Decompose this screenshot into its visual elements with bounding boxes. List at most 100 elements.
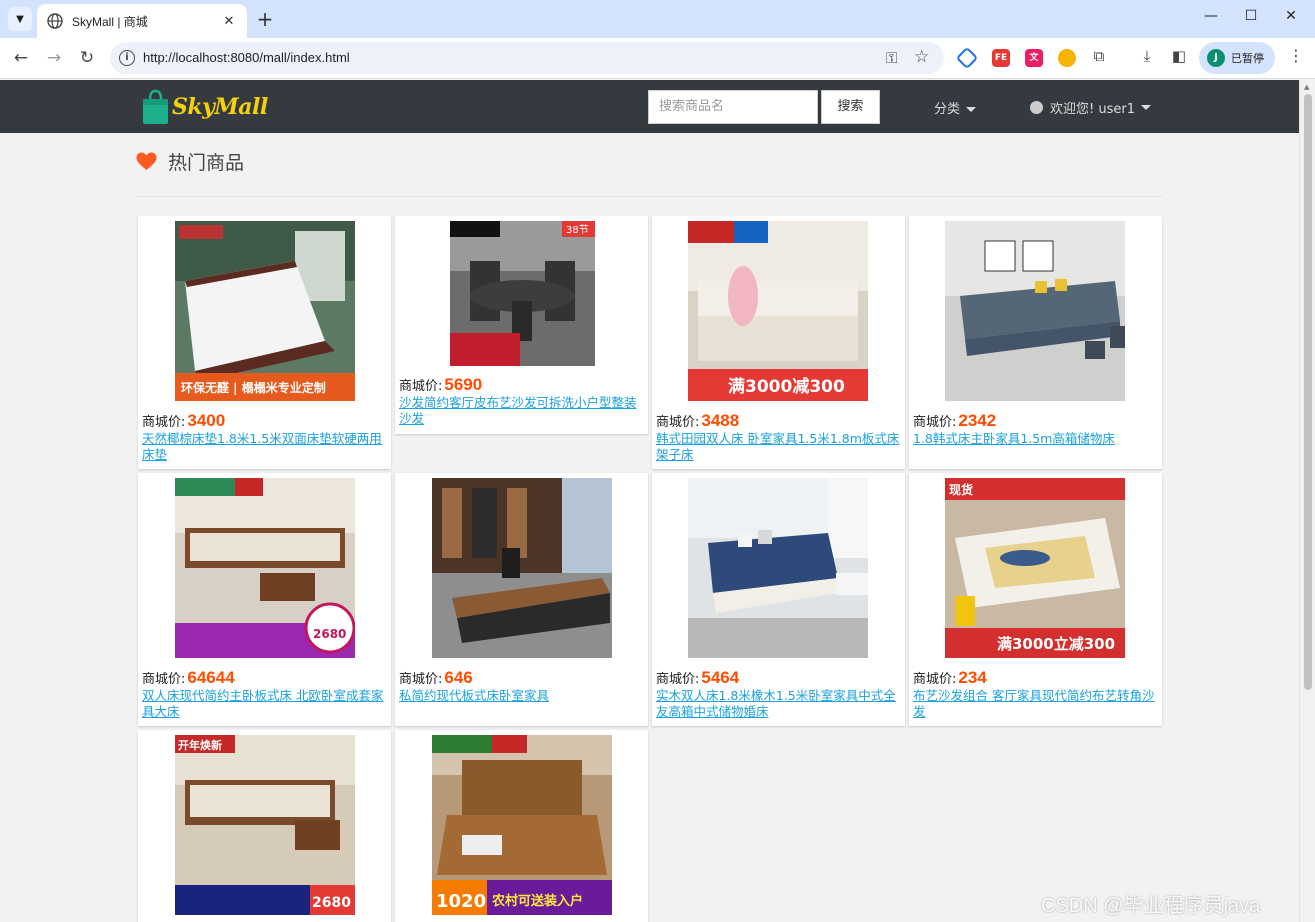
reload-icon[interactable]: ↻ [75, 46, 99, 70]
extension-translate-icon[interactable]: 文 [1025, 49, 1043, 67]
product-card[interactable]: 环保无醛 | 榻榻米专业定制 商城价: 3400 天然椰棕床垫1.8米1.5米双… [138, 216, 391, 469]
svg-text:现货: 现货 [949, 482, 973, 497]
page-scrollbar[interactable]: ▲ [1299, 80, 1315, 922]
scroll-up-icon[interactable]: ▲ [1304, 83, 1309, 91]
product-price: 646 [444, 668, 473, 687]
download-icon[interactable]: ⤓ [1137, 47, 1157, 65]
search-button[interactable]: 搜索 [821, 90, 880, 124]
price-row: 商城价: 64644 [142, 668, 235, 688]
extension-fe-icon[interactable]: FE [992, 49, 1010, 67]
product-image-wood-sofa[interactable]: 2680 [175, 478, 355, 658]
price-row: 商城价: 5464 [656, 668, 739, 688]
scrollbar-thumb[interactable] [1304, 94, 1312, 690]
product-card[interactable]: 开年焕新 2680 [138, 730, 391, 922]
product-image-dining-table[interactable]: 38节 [450, 221, 595, 366]
product-price: 3400 [187, 411, 226, 430]
price-label: 商城价: [913, 415, 957, 430]
product-card[interactable]: 2680 商城价: 64644 双人床现代简约主卧板式床 北欧卧室成套家具大床 [138, 473, 391, 726]
product-price: 5464 [701, 668, 740, 687]
minimize-button[interactable]: — [1201, 8, 1221, 24]
url-text[interactable]: http://localhost:8080/mall/index.html [143, 50, 350, 65]
price-row: 商城价: 5690 [399, 375, 482, 395]
user-menu-label: 欢迎您! user1 [1050, 102, 1135, 117]
product-image-leather-sofa[interactable]: 满3000减300 [688, 221, 868, 401]
product-name-link[interactable]: 双人床现代简约主卧板式床 北欧卧室成套家具大床 [142, 688, 388, 720]
product-card[interactable]: 38节 商城价: 5690 沙发简约客厅皮布艺沙发可拆洗小户型整装沙发 [395, 216, 648, 434]
price-row: 商城价: 3488 [656, 411, 739, 431]
site-info-icon[interactable]: i [119, 50, 135, 66]
browser-tab-strip: ▼ SkyMall | 商城 ✕ + — ☐ ✕ [0, 0, 1315, 38]
product-card[interactable]: 现货 满3000立减300 商城价: 234 布艺沙发组合 客厅家具现代简约布艺… [909, 473, 1162, 726]
extension-diamond-icon[interactable] [955, 46, 979, 70]
price-label: 商城价: [142, 672, 186, 687]
product-image-wood-bed[interactable]: 1020 农村可送装入户 [432, 735, 612, 915]
product-image-blue-sofa[interactable] [688, 478, 868, 658]
address-bar[interactable]: i http://localhost:8080/mall/index.html … [110, 42, 944, 74]
window-close-button[interactable]: ✕ [1281, 8, 1301, 24]
browser-menu-icon[interactable]: ⋮ [1288, 46, 1304, 65]
extension-shield-icon[interactable] [1058, 49, 1076, 67]
section-header: 热门商品 [136, 148, 244, 175]
product-image-mattress[interactable]: 环保无醛 | 榻榻米专业定制 [175, 221, 355, 401]
product-price: 3488 [701, 411, 740, 430]
back-arrow-icon[interactable]: ← [9, 46, 33, 70]
svg-text:开年焕新: 开年焕新 [178, 738, 222, 752]
tab-close-icon[interactable]: ✕ [221, 14, 237, 29]
product-name-link[interactable]: 韩式田园双人床 卧室家具1.5米1.8m板式床架子床 [656, 431, 902, 463]
price-label: 商城价: [656, 415, 700, 430]
category-menu-label: 分类 [934, 102, 961, 117]
price-label: 商城价: [399, 672, 443, 687]
profile-status-label: 已暂停 [1231, 52, 1264, 65]
price-row: 商城价: 646 [399, 668, 473, 688]
product-price: 234 [958, 668, 987, 687]
product-price: 64644 [187, 668, 235, 687]
product-image-grey-sofa[interactable] [945, 221, 1125, 401]
svg-text:环保无醛 | 榻榻米专业定制: 环保无醛 | 榻榻米专业定制 [181, 380, 326, 395]
product-price: 5690 [444, 375, 483, 394]
product-name-link[interactable]: 天然椰棕床垫1.8米1.5米双面床垫软硬两用床垫 [142, 431, 388, 463]
search-input[interactable]: 搜索商品名 [648, 90, 818, 124]
category-menu[interactable]: 分类 [934, 98, 977, 117]
svg-text:38节: 38节 [566, 224, 589, 236]
forward-arrow-icon[interactable]: → [42, 46, 66, 70]
svg-text:2680: 2680 [313, 627, 346, 641]
user-menu[interactable]: 欢迎您! user1 [1030, 98, 1151, 117]
maximize-button[interactable]: ☐ [1241, 8, 1261, 24]
product-name-link[interactable]: 实木双人床1.8米橡木1.5米卧室家具中式全友高箱中式储物婚床 [656, 688, 902, 720]
extensions-puzzle-icon[interactable]: ⧉ [1089, 47, 1109, 65]
new-tab-button[interactable]: + [254, 8, 276, 30]
product-price: 2342 [958, 411, 997, 430]
product-name-link[interactable]: 私简约现代板式床卧室家具 [399, 688, 645, 704]
heart-icon [136, 152, 157, 170]
browser-tab[interactable]: SkyMall | 商城 ✕ [37, 4, 247, 38]
price-label: 商城价: [399, 379, 443, 394]
product-card[interactable]: 商城价: 646 私简约现代板式床卧室家具 [395, 473, 648, 726]
divider [137, 196, 1162, 197]
price-label: 商城价: [656, 672, 700, 687]
password-key-icon[interactable]: ⚿ [886, 49, 897, 67]
site-navbar: SkyMall 搜索商品名 搜索 分类 欢迎您! user1 [0, 80, 1299, 133]
svg-text:满3000立减300: 满3000立减300 [997, 635, 1115, 653]
watermark-text: CSDN @毕业程序员java [1041, 895, 1261, 917]
bookmark-star-icon[interactable]: ☆ [914, 47, 929, 67]
side-panel-icon[interactable]: ◧ [1169, 47, 1189, 65]
tab-title: SkyMall | 商城 [72, 14, 148, 29]
tab-search-button[interactable]: ▼ [8, 7, 32, 31]
profile-button[interactable]: J 已暂停 [1199, 42, 1275, 74]
product-card[interactable]: 1020 农村可送装入户 [395, 730, 648, 922]
product-card[interactable]: 商城价: 2342 1.8韩式床主卧家具1.5m高箱储物床 [909, 216, 1162, 469]
user-icon [1030, 101, 1043, 114]
product-name-link[interactable]: 1.8韩式床主卧家具1.5m高箱储物床 [913, 431, 1159, 447]
site-logo[interactable]: SkyMall [141, 87, 271, 127]
product-image-wood-sofa-2[interactable]: 开年焕新 2680 [175, 735, 355, 915]
price-row: 商城价: 2342 [913, 411, 996, 431]
price-row: 商城价: 234 [913, 668, 987, 688]
product-name-link[interactable]: 沙发简约客厅皮布艺沙发可拆洗小户型整装沙发 [399, 395, 645, 427]
svg-text:农村可送装入户: 农村可送装入户 [491, 893, 583, 909]
product-name-link[interactable]: 布艺沙发组合 客厅家具现代简约布艺转角沙发 [913, 688, 1159, 720]
product-card[interactable]: 满3000减300 商城价: 3488 韩式田园双人床 卧室家具1.5米1.8m… [652, 216, 905, 469]
product-image-smart-bed[interactable]: 现货 满3000立减300 [945, 478, 1125, 658]
product-image-office-desk[interactable] [432, 478, 612, 658]
globe-icon [47, 13, 63, 29]
product-card[interactable]: 商城价: 5464 实木双人床1.8米橡木1.5米卧室家具中式全友高箱中式储物婚… [652, 473, 905, 726]
